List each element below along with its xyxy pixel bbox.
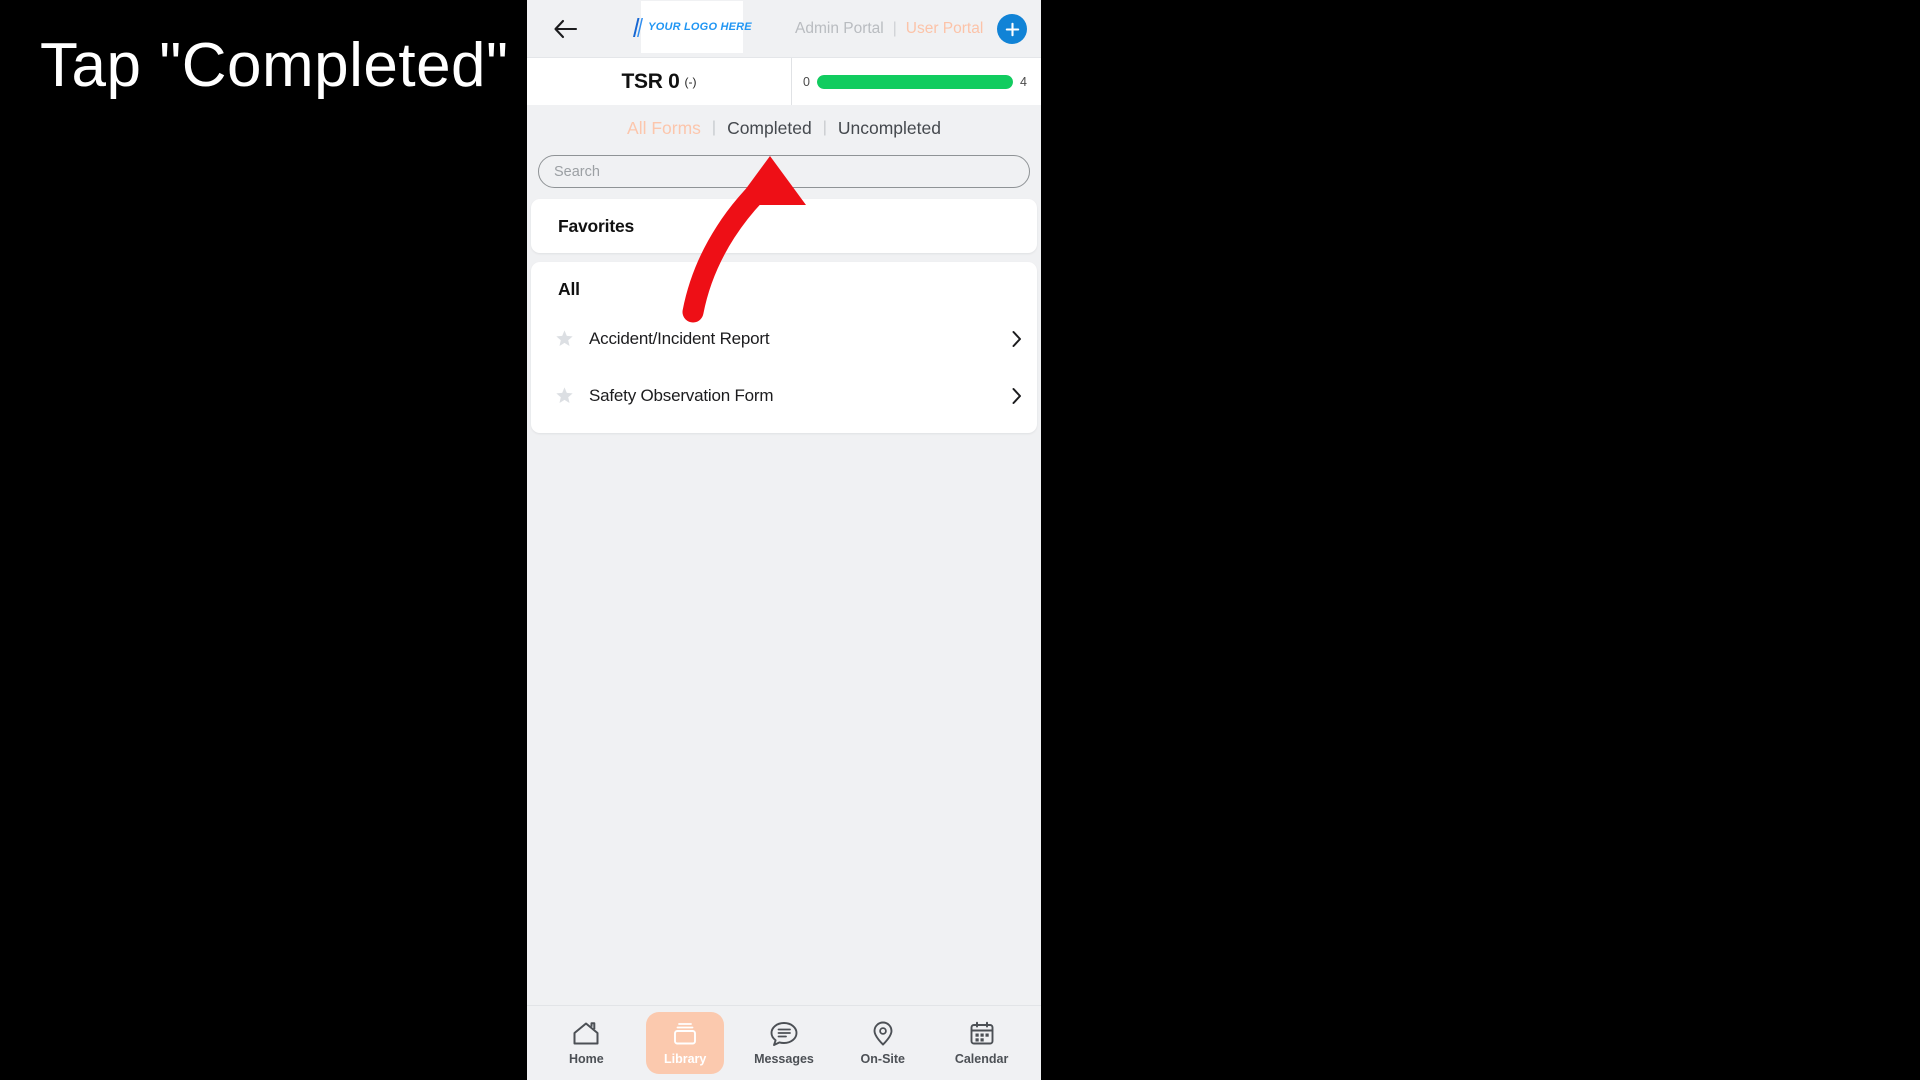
nav-item-home[interactable]: Home <box>547 1012 625 1074</box>
search-input[interactable] <box>538 155 1030 188</box>
tsr-score[interactable]: TSR 0 (-) <box>527 58 792 105</box>
portal-separator: | <box>892 19 897 37</box>
tsr-summary-row: TSR 0 (-) 0 4 <box>527 57 1041 105</box>
add-button[interactable] <box>997 14 1027 44</box>
tsr-sublabel: (-) <box>684 74 697 89</box>
tab-separator-1: | <box>711 119 717 136</box>
house-icon <box>573 1022 599 1045</box>
app-logo: YOUR LOGO HERE <box>633 1 752 53</box>
phone-viewport: YOUR LOGO HERE Admin Portal | User Porta… <box>527 0 1041 1080</box>
arrow-left-icon <box>554 19 578 39</box>
list-item[interactable]: Accident/Incident Report <box>531 310 1037 367</box>
user-portal-link[interactable]: User Portal <box>906 20 984 38</box>
nav-item-calendar[interactable]: Calendar <box>943 1012 1021 1074</box>
chevron-right-icon <box>1011 330 1023 348</box>
favorites-card: Favorites <box>531 199 1037 253</box>
nav-label-onsite: On-Site <box>860 1052 905 1066</box>
admin-portal-link[interactable]: Admin Portal <box>795 20 884 38</box>
chat-icon <box>770 1022 798 1046</box>
progress-bar-track <box>816 74 1014 89</box>
all-forms-card: All Accident/Incident Report Safety Obse… <box>531 262 1037 433</box>
plus-icon <box>1005 22 1019 36</box>
progress-min-label: 0 <box>803 74 810 89</box>
tsr-label: TSR 0 <box>621 69 680 93</box>
bottom-navigation: Home Library Messages On-Site Calendar <box>527 1005 1041 1080</box>
instruction-caption: Tap "Completed" <box>40 31 509 100</box>
logo-text: YOUR LOGO HERE <box>648 21 752 33</box>
list-item-label: Safety Observation Form <box>589 385 774 405</box>
chevron-right-icon <box>1011 387 1023 405</box>
library-icon <box>674 1023 697 1045</box>
tab-completed[interactable]: Completed <box>727 118 812 139</box>
form-filter-tabs: All Forms | Completed | Uncompleted <box>527 105 1041 151</box>
location-pin-icon <box>873 1021 893 1046</box>
nav-label-library: Library <box>663 1052 707 1066</box>
calendar-icon <box>970 1021 994 1045</box>
tab-separator-2: | <box>822 119 827 136</box>
app-header: YOUR LOGO HERE Admin Portal | User Porta… <box>527 0 1041 57</box>
all-title: All <box>558 279 580 299</box>
progress-section: 0 4 <box>792 58 1041 105</box>
back-button[interactable] <box>545 8 587 50</box>
nav-item-messages[interactable]: Messages <box>745 1012 823 1074</box>
screenshot-stage: Tap "Completed" YOUR LOGO HERE Admin Por… <box>0 0 1920 1080</box>
portal-switcher: Admin Portal | User Portal <box>795 0 983 57</box>
star-icon[interactable] <box>555 329 581 348</box>
list-item-label: Accident/Incident Report <box>589 328 770 348</box>
nav-label-messages: Messages <box>754 1052 814 1066</box>
search-container <box>527 151 1041 188</box>
tab-uncompleted[interactable]: Uncompleted <box>838 118 941 139</box>
list-item[interactable]: Safety Observation Form <box>531 367 1037 424</box>
nav-label-calendar: Calendar <box>954 1052 1009 1066</box>
progress-bar-fill <box>816 74 1014 89</box>
star-icon[interactable] <box>555 386 581 405</box>
logo-mark-icon <box>633 17 644 37</box>
nav-label-home: Home <box>569 1052 604 1066</box>
nav-item-onsite[interactable]: On-Site <box>844 1012 922 1074</box>
nav-item-library[interactable]: Library <box>646 1012 725 1074</box>
progress-max-label: 4 <box>1020 74 1027 89</box>
favorites-title: Favorites <box>558 216 635 236</box>
tab-all-forms[interactable]: All Forms <box>627 118 701 139</box>
